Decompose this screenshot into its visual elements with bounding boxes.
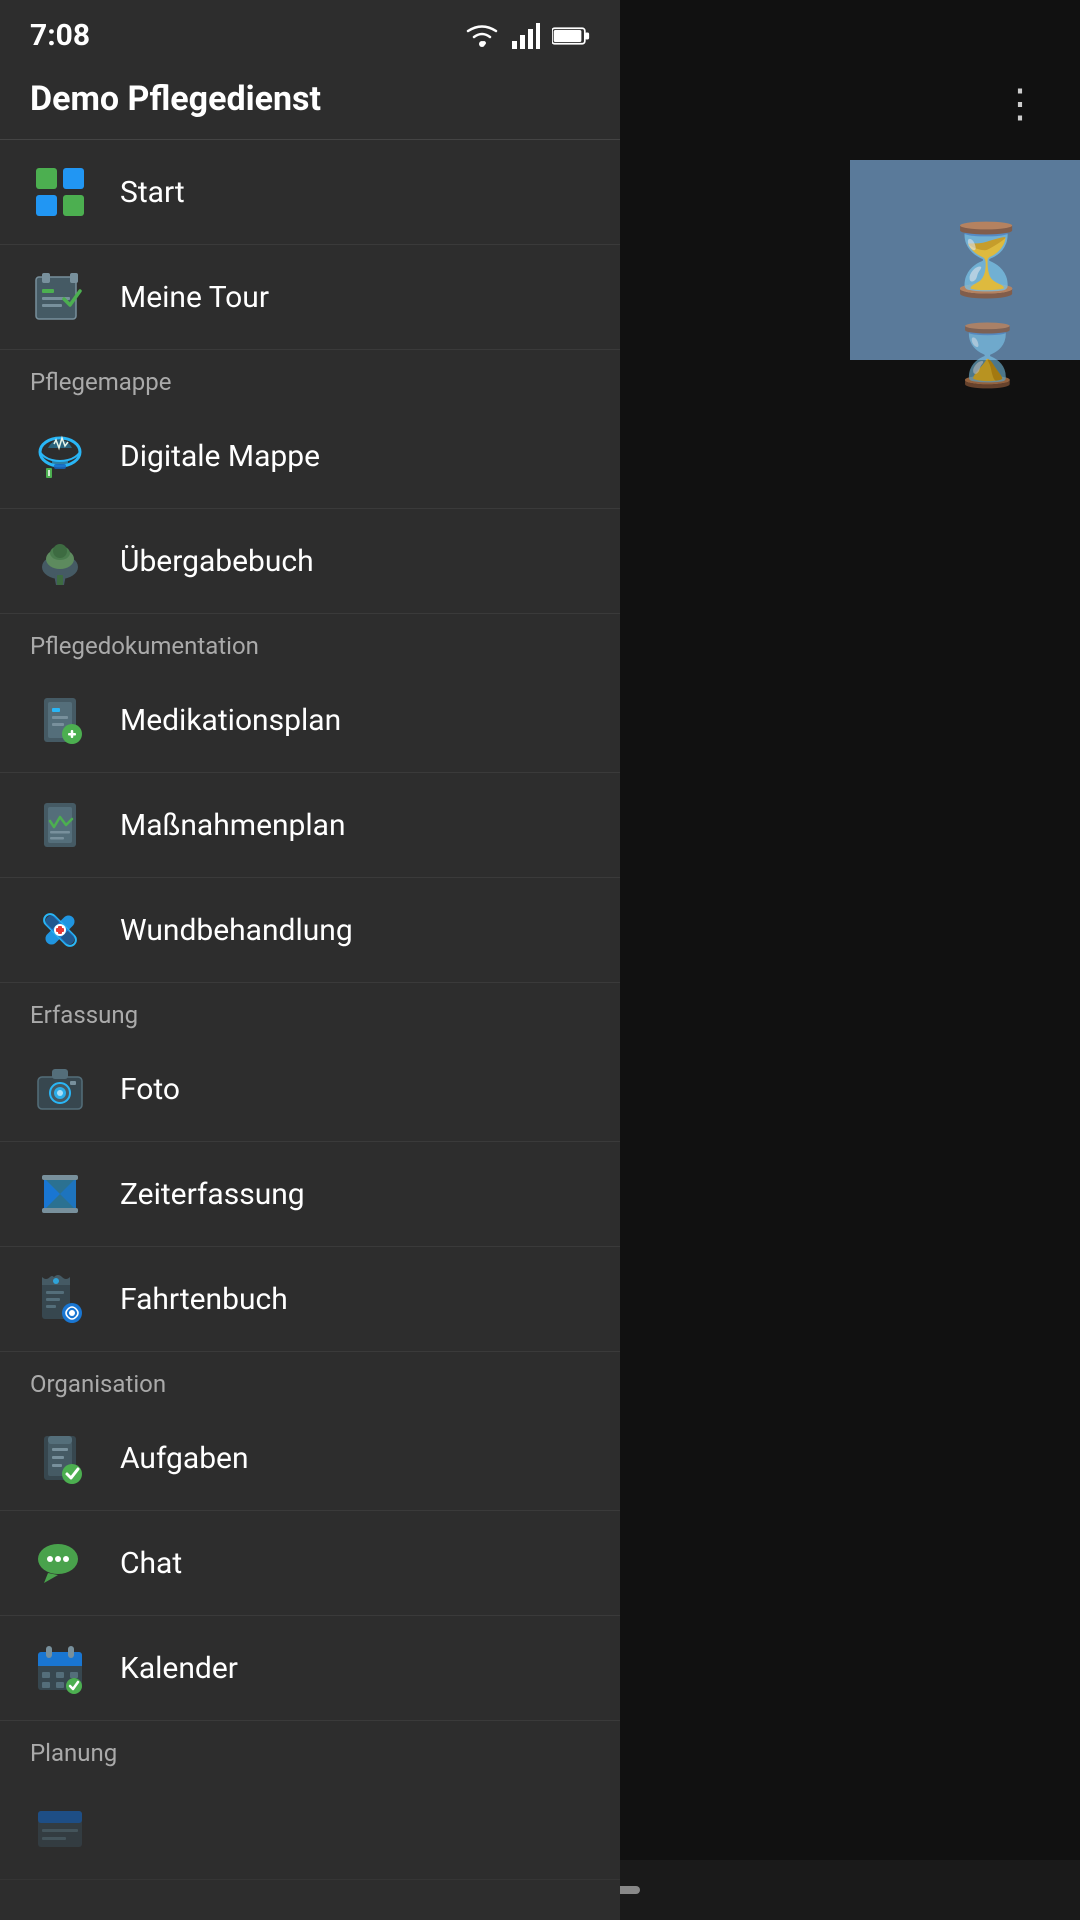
digitale-mappe-label: Digitale Mappe: [120, 439, 320, 474]
status-icons: [464, 23, 590, 49]
sidebar-item-ubergabebuch[interactable]: Übergabebuch: [0, 509, 620, 614]
fahrtenbuch-label: Fahrtenbuch: [120, 1282, 288, 1317]
medikationsplan-label: Medikationsplan: [120, 703, 341, 738]
wundbehandlung-icon: [30, 900, 90, 960]
section-pflegedokumentation: Pflegedokumentation: [0, 614, 620, 668]
tour-icon: [30, 267, 90, 327]
hourglass-icon-2: ⌛: [950, 320, 1025, 391]
section-erfassung: Erfassung: [0, 983, 620, 1037]
wifi-icon: [464, 23, 500, 49]
sidebar-item-zeiterfassung[interactable]: Zeiterfassung: [0, 1142, 620, 1247]
app-title: Demo Pflegedienst: [30, 79, 321, 119]
sidebar-item-foto[interactable]: Foto: [0, 1037, 620, 1142]
aufgaben-label: Aufgaben: [120, 1441, 249, 1476]
chat-label: Chat: [120, 1546, 182, 1581]
signal-icon: [512, 23, 540, 49]
sidebar-item-digitale-mappe[interactable]: Digitale Mappe: [0, 404, 620, 509]
zeiterfassung-label: Zeiterfassung: [120, 1177, 305, 1212]
battery-icon: [552, 26, 590, 46]
digitale-mappe-icon: [30, 426, 90, 486]
hourglass-icon-1: ⏳: [943, 220, 1030, 302]
planung-icon: [30, 1797, 90, 1857]
section-pflegemappe: Pflegemappe: [0, 350, 620, 404]
medikationsplan-icon: [30, 690, 90, 750]
foto-icon: [30, 1059, 90, 1119]
ubergabebuch-icon: [30, 531, 90, 591]
start-label: Start: [120, 175, 185, 210]
wundbehandlung-label: Wundbehandlung: [120, 913, 353, 948]
ubergabebuch-label: Übergabebuch: [120, 544, 314, 579]
more-menu-button[interactable]: ⋮: [1000, 80, 1040, 127]
sidebar-item-planung-sub[interactable]: [0, 1775, 620, 1880]
navigation-drawer: 7:08 Demo Pfle: [0, 0, 620, 1920]
fahrtenbuch-icon: [30, 1269, 90, 1329]
meine-tour-label: Meine Tour: [120, 280, 269, 315]
status-bar: 7:08: [0, 0, 620, 63]
status-time: 7:08: [30, 18, 90, 53]
section-planung: Planung: [0, 1721, 620, 1775]
chat-icon: [30, 1533, 90, 1593]
section-organisation: Organisation: [0, 1352, 620, 1406]
zeiterfassung-icon: [30, 1164, 90, 1224]
aufgaben-icon: [30, 1428, 90, 1488]
drawer-header: Demo Pflegedienst: [0, 63, 620, 139]
sidebar-item-wundbehandlung[interactable]: Wundbehandlung: [0, 878, 620, 983]
sidebar-item-medikationsplan[interactable]: Medikationsplan: [0, 668, 620, 773]
menu-scroll[interactable]: Start Meine Tour Pflegemappe: [0, 140, 620, 1920]
massnahmenplan-label: Maßnahmenplan: [120, 808, 346, 843]
sidebar-item-meine-tour[interactable]: Meine Tour: [0, 245, 620, 350]
sidebar-item-start[interactable]: Start: [0, 140, 620, 245]
foto-label: Foto: [120, 1072, 180, 1107]
sidebar-item-chat[interactable]: Chat: [0, 1511, 620, 1616]
sidebar-item-massnahmenplan[interactable]: Maßnahmenplan: [0, 773, 620, 878]
kalender-icon: [30, 1638, 90, 1698]
sidebar-item-fahrtenbuch[interactable]: Fahrtenbuch: [0, 1247, 620, 1352]
sidebar-item-kalender[interactable]: Kalender: [0, 1616, 620, 1721]
kalender-label: Kalender: [120, 1651, 238, 1686]
start-icon: [30, 162, 90, 222]
sidebar-item-aufgaben[interactable]: Aufgaben: [0, 1406, 620, 1511]
massnahmenplan-icon: [30, 795, 90, 855]
